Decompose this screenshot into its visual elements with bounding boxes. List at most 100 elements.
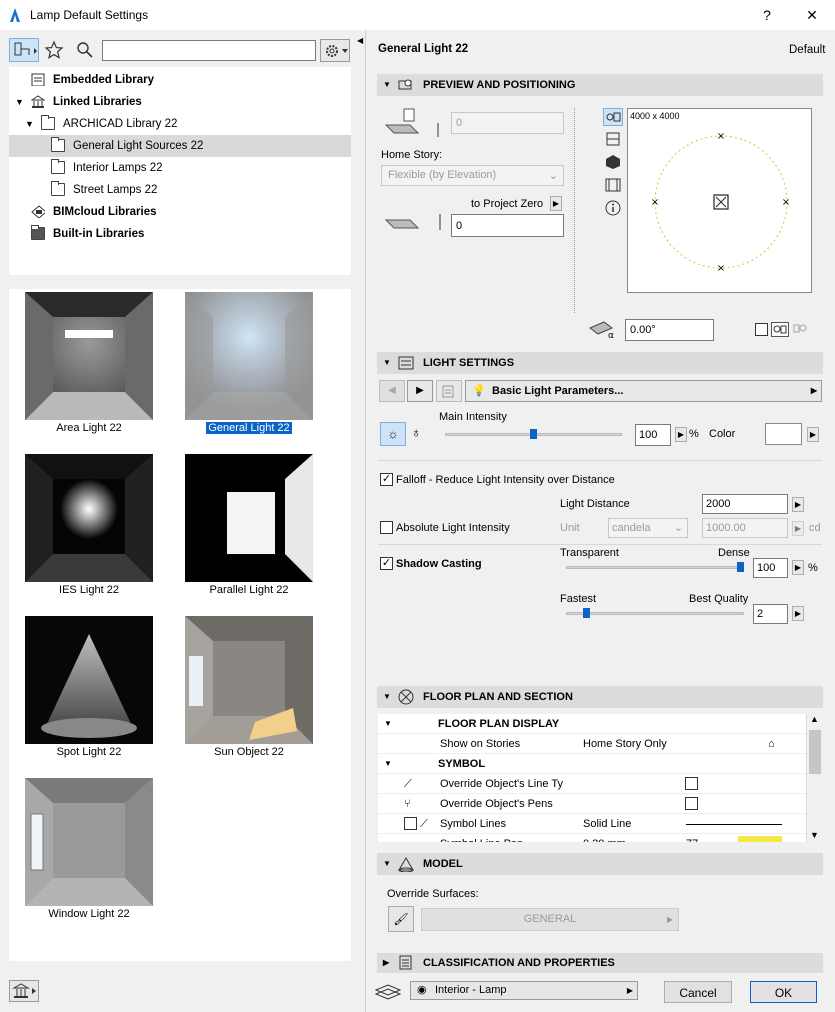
tree-item-street-lamps[interactable]: Street Lamps 22 [9, 179, 351, 201]
light-distance-input[interactable]: 2000 [702, 494, 788, 514]
cancel-button[interactable]: Cancel [664, 981, 732, 1003]
object-thumb-spot-light[interactable] [25, 616, 153, 744]
tree-item-archicad-library[interactable]: ▼ ARCHICAD Library 22 [9, 113, 351, 135]
elevation-diagram-icon [384, 108, 439, 137]
object-thumb-ies-light[interactable] [25, 454, 153, 582]
object-thumb-sun-object[interactable] [185, 616, 313, 744]
window-title: Lamp Default Settings [30, 8, 149, 22]
shadow-density-input[interactable]: 100 [753, 558, 788, 578]
override-pens-checkbox[interactable] [685, 797, 698, 810]
mirror-checkbox[interactable] [755, 323, 768, 336]
light-off-icon[interactable]: ♁ [411, 424, 422, 440]
show-on-stories-row[interactable]: Show on Stories Home Story Only ⌂ [378, 734, 806, 754]
falloff-checkbox[interactable]: ✓ [380, 473, 393, 486]
preview-canvas: 4000 x 4000 × × × × [627, 108, 812, 293]
symbol-lines-row[interactable]: ⟋ Symbol Lines Solid Line [378, 814, 806, 834]
ok-button[interactable]: OK [750, 981, 817, 1003]
object-label[interactable]: Sun Object 22 [169, 746, 329, 758]
collapse-panel-icon[interactable]: ◀ [357, 36, 363, 45]
info-icon[interactable] [605, 200, 621, 216]
favorites-star-icon[interactable] [44, 40, 64, 60]
home-story-select[interactable]: Flexible (by Elevation) ⌄ [381, 165, 564, 186]
tree-item-linked[interactable]: ▼ Linked Libraries [9, 91, 351, 113]
shadow-density-slider[interactable] [566, 566, 744, 569]
override-line-row[interactable]: ⟋ Override Object's Line Ty [378, 774, 806, 794]
tree-item-general-light-sources[interactable]: General Light Sources 22 [9, 135, 351, 157]
section-preview-header[interactable]: ▼ PREVIEW AND POSITIONING [377, 74, 823, 96]
tree-item-bimcloud[interactable]: BIMcloud Libraries [9, 201, 351, 223]
absolute-intensity-checkbox[interactable] [380, 521, 393, 534]
light-distance-menu-button[interactable]: ▶ [792, 497, 804, 512]
object-thumb-parallel-light[interactable] [185, 454, 313, 582]
search-icon[interactable] [75, 40, 95, 60]
library-manager-icon[interactable] [9, 980, 39, 1002]
symbol-line-pen-row[interactable]: Symbol Line Pen0.20 mm77 [378, 834, 806, 843]
shadow-density-menu-button[interactable]: ▶ [792, 560, 804, 575]
prev-page-button[interactable]: ◀ [379, 380, 405, 402]
film-icon[interactable] [605, 177, 621, 193]
object-label[interactable]: Spot Light 22 [9, 746, 169, 758]
object-label-selected[interactable]: General Light 22 [169, 422, 329, 434]
candela-menu-button[interactable]: ▶ [792, 521, 804, 536]
override-pens-row[interactable]: ⑂ Override Object's Pens [378, 794, 806, 814]
folder-view-button[interactable] [9, 38, 39, 62]
symbol-lines-checkbox[interactable] [404, 817, 417, 830]
floor-plan-scrollbar[interactable]: ▲ ▼ [806, 714, 823, 843]
quality-input[interactable]: 2 [753, 604, 788, 624]
floor-plan-display-row[interactable]: ▼ FLOOR PLAN DISPLAY [378, 714, 806, 734]
tree-item-interior-lamps[interactable]: Interior Lamps 22 [9, 157, 351, 179]
3d-view-icon[interactable] [605, 154, 621, 170]
settings-gear-icon[interactable] [320, 39, 350, 62]
section-model-header[interactable]: ▼ MODEL [377, 853, 823, 875]
project-zero-menu-button[interactable]: ▶ [550, 196, 562, 211]
light-plan-symbol: × × × × [651, 131, 790, 274]
color-menu-button[interactable]: ▶ [807, 427, 819, 442]
object-label[interactable]: IES Light 22 [9, 584, 169, 596]
surface-select[interactable]: GENERAL ▶ [421, 908, 679, 931]
object-label[interactable]: Parallel Light 22 [169, 584, 329, 596]
elevation-input[interactable]: 0 [451, 112, 564, 134]
preview-separator [574, 108, 575, 313]
shadow-density-slider-thumb[interactable] [737, 562, 744, 572]
collapse-triangle-icon: ▼ [384, 759, 392, 768]
panel-divider[interactable] [365, 30, 366, 1012]
object-label[interactable]: Area Light 22 [9, 422, 169, 434]
search-input[interactable] [102, 40, 316, 61]
candela-input[interactable]: 1000.00 [702, 518, 788, 538]
color-swatch[interactable] [765, 423, 802, 445]
object-thumb-general-light[interactable] [185, 292, 313, 420]
main-intensity-menu-button[interactable]: ▶ [675, 427, 687, 442]
main-intensity-slider-thumb[interactable] [529, 429, 537, 439]
unit-select[interactable]: candela ⌄ [608, 518, 688, 538]
tree-item-embedded[interactable]: Embedded Library [9, 69, 351, 91]
quality-slider-thumb[interactable] [583, 608, 590, 618]
folder-icon [51, 137, 65, 152]
tree-item-builtin[interactable]: Built-in Libraries [9, 223, 351, 245]
section-view-icon[interactable] [605, 131, 621, 147]
angle-input[interactable]: 0.00° [625, 319, 714, 341]
quality-slider[interactable] [566, 612, 744, 615]
close-button[interactable]: ✕ [797, 4, 827, 26]
section-floor-plan-header[interactable]: ▼ FLOOR PLAN AND SECTION [377, 686, 823, 708]
object-thumb-window-light[interactable] [25, 778, 153, 906]
help-button[interactable]: ? [752, 4, 782, 26]
paint-brush-icon[interactable]: 🖌 [388, 906, 414, 932]
main-intensity-input[interactable]: 100 [635, 424, 671, 446]
object-label[interactable]: Window Light 22 [9, 908, 169, 920]
override-line-checkbox[interactable] [685, 777, 698, 790]
section-light-header[interactable]: ▼ LIGHT SETTINGS [377, 352, 823, 374]
page-edit-icon[interactable] [436, 380, 462, 402]
separator [378, 544, 822, 545]
mirror-icon[interactable] [771, 322, 789, 337]
shadow-casting-checkbox[interactable]: ✓ [380, 557, 393, 570]
plan-view-icon[interactable] [603, 108, 623, 126]
project-zero-input[interactable]: 0 [451, 214, 564, 237]
layer-select[interactable]: ◉ Interior - Lamp ▶ [410, 981, 638, 1000]
symbol-row[interactable]: ▼ SYMBOL [378, 754, 806, 774]
quality-menu-button[interactable]: ▶ [792, 606, 804, 621]
next-page-button[interactable]: ▶ [407, 380, 433, 402]
parameter-page-select[interactable]: 💡 Basic Light Parameters... ▶ [465, 380, 822, 402]
object-thumb-area-light[interactable] [25, 292, 153, 420]
section-classification-header[interactable]: ▶ CLASSIFICATION AND PROPERTIES [377, 953, 823, 973]
light-on-icon[interactable]: ☼ [380, 422, 406, 446]
